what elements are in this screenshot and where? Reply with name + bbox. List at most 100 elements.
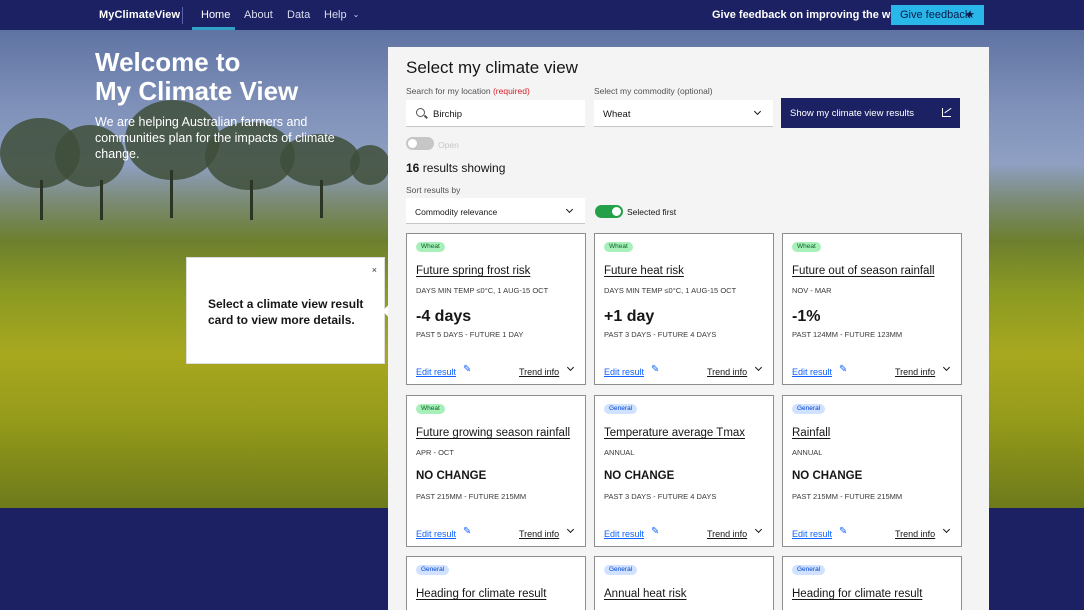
card-title[interactable]: Temperature average Tmax xyxy=(604,427,745,439)
commodity-value: Wheat xyxy=(603,109,631,120)
trend-info-toggle[interactable]: Trend info xyxy=(707,529,747,539)
pencil-icon[interactable]: ✎ xyxy=(463,526,471,537)
card-title[interactable]: Annual heat risk xyxy=(604,588,686,600)
results-count-number: 16 xyxy=(406,161,420,175)
commodity-tag: General xyxy=(792,565,826,575)
card-subtitle: NOV - MAR xyxy=(792,286,832,295)
trend-info-toggle[interactable]: Trend info xyxy=(519,529,559,539)
commodity-tag: General xyxy=(416,565,450,575)
commodity-select[interactable]: Wheat xyxy=(594,100,773,127)
location-label: Search for my location (required) xyxy=(406,86,530,96)
open-toggle[interactable] xyxy=(406,137,434,150)
card-subtitle: ANNUAL xyxy=(604,448,635,457)
pencil-icon[interactable]: ✎ xyxy=(651,526,659,537)
edit-result-link[interactable]: Edit result xyxy=(792,529,832,539)
pencil-icon[interactable]: ✎ xyxy=(651,364,659,375)
page-title-line2: My Climate View xyxy=(95,76,299,106)
card-past-future: PAST 3 DAYS - FUTURE 4 DAYS xyxy=(604,330,717,339)
climate-result-card[interactable]: Wheat Future out of season rainfall NOV - … xyxy=(782,233,962,385)
card-subtitle: APR - OCT xyxy=(416,448,454,457)
card-value: -4 days xyxy=(416,308,472,325)
card-value: +1 day xyxy=(604,308,655,325)
nav-item-data[interactable]: Data xyxy=(287,9,310,21)
edit-result-link[interactable]: Edit result xyxy=(604,367,644,377)
card-past-future: PAST 5 DAYS - FUTURE 1 DAY xyxy=(416,330,524,339)
climate-result-card[interactable]: Wheat Future spring frost risk DAYS MIN TE… xyxy=(406,233,586,385)
panel-title: Select my climate view xyxy=(406,58,578,77)
commodity-tag: General xyxy=(792,404,826,414)
nav-item-about[interactable]: About xyxy=(244,9,273,21)
chevron-down-icon xyxy=(754,363,763,372)
climate-result-card[interactable]: GeneralHeading for climate resultAPR - O… xyxy=(406,556,586,610)
location-search-input[interactable]: Birchip xyxy=(406,100,585,127)
commodity-tag: Wheat xyxy=(792,242,821,252)
trunk-decoration xyxy=(40,180,43,220)
trend-info-toggle[interactable]: Trend info xyxy=(895,367,935,377)
pencil-icon[interactable]: ✎ xyxy=(463,364,471,375)
pencil-icon[interactable]: ✎ xyxy=(839,526,847,537)
commodity-tag: General xyxy=(604,404,638,414)
top-nav: MyClimateView Home About Data Help ⌄ Give… xyxy=(0,0,1084,30)
chevron-down-icon xyxy=(942,363,951,372)
close-icon[interactable]: × xyxy=(372,265,377,275)
card-title[interactable]: Future out of season rainfall xyxy=(792,265,935,277)
card-value: -1% xyxy=(792,308,821,325)
trend-info-toggle[interactable]: Trend info xyxy=(707,367,747,377)
toggle-knob xyxy=(612,207,621,216)
trunk-decoration xyxy=(100,180,103,220)
trend-info-toggle[interactable]: Trend info xyxy=(895,529,935,539)
location-label-text: Search for my location xyxy=(406,86,491,96)
card-title[interactable]: Rainfall xyxy=(792,427,830,439)
nav-item-help-label: Help xyxy=(324,9,347,21)
pencil-icon[interactable]: ✎ xyxy=(839,364,847,375)
help-tooltip: × Select a climate view result card to v… xyxy=(186,257,394,364)
give-feedback-button[interactable]: Give feedback ★ xyxy=(891,5,984,25)
card-title[interactable]: Heading for climate result xyxy=(416,588,546,600)
commodity-tag: Wheat xyxy=(416,404,445,414)
nav-item-home[interactable]: Home xyxy=(201,9,230,21)
edit-result-link[interactable]: Edit result xyxy=(416,529,456,539)
trunk-decoration xyxy=(250,180,253,220)
climate-result-card[interactable]: Wheat Future growing season rainfall APR -… xyxy=(406,395,586,547)
nav-divider xyxy=(182,7,183,24)
search-icon xyxy=(416,108,425,117)
card-value: NO CHANGE xyxy=(604,470,675,482)
sort-label: Sort results by xyxy=(406,185,461,195)
nav-item-help[interactable]: Help ⌄ xyxy=(324,9,359,21)
commodity-tag: Wheat xyxy=(416,242,445,252)
location-value: Birchip xyxy=(433,109,463,120)
chevron-down-icon xyxy=(566,525,575,534)
tree-decoration xyxy=(350,145,390,185)
climate-result-card[interactable]: GeneralAnnual heat riskANNUAL xyxy=(594,556,774,610)
climate-result-card[interactable]: General Rainfall ANNUAL NO CHANGE PAST 215MM… xyxy=(782,395,962,547)
climate-result-card[interactable]: General Heading for climate result xyxy=(782,556,962,610)
chevron-down-icon xyxy=(566,363,575,372)
climate-result-card[interactable]: General Temperature average Tmax ANNUAL NO … xyxy=(594,395,774,547)
commodity-label: Select my commodity (optional) xyxy=(594,86,713,96)
card-value: NO CHANGE xyxy=(792,470,863,482)
show-results-button[interactable]: Show my climate view results xyxy=(781,98,960,128)
sort-value: Commodity relevance xyxy=(415,207,498,217)
results-count: 16 results showing xyxy=(406,161,505,175)
card-subtitle: DAYS MIN TEMP ≤0°C, 1 AUG-15 OCT xyxy=(416,286,549,295)
card-title[interactable]: Future heat risk xyxy=(604,265,684,277)
edit-result-link[interactable]: Edit result xyxy=(792,367,832,377)
card-title[interactable]: Future spring frost risk xyxy=(416,265,530,277)
selected-first-toggle[interactable] xyxy=(595,205,623,218)
card-past-future: PAST 215MM - FUTURE 215MM xyxy=(792,492,903,501)
climate-result-card[interactable]: Wheat Future heat risk DAYS MIN TEMP ≤0°C,… xyxy=(594,233,774,385)
card-past-future: PAST 215MM - FUTURE 215MM xyxy=(416,492,527,501)
card-subtitle: DAYS MIN TEMP ≤0°C, 1 AUG-15 OCT xyxy=(604,286,737,295)
chevron-down-icon xyxy=(565,205,574,214)
sort-select[interactable]: Commodity relevance xyxy=(406,198,585,224)
trend-info-toggle[interactable]: Trend info xyxy=(519,367,559,377)
edit-result-link[interactable]: Edit result xyxy=(416,367,456,377)
brand-logo[interactable]: MyClimateView xyxy=(99,9,180,21)
card-title[interactable]: Future growing season rainfall xyxy=(416,427,570,439)
toggle-knob xyxy=(408,139,417,148)
edit-result-link[interactable]: Edit result xyxy=(604,529,644,539)
card-value: NO CHANGE xyxy=(416,470,487,482)
card-title[interactable]: Heading for climate result xyxy=(792,588,922,600)
chevron-down-icon xyxy=(753,107,762,116)
commodity-tag: General xyxy=(604,565,638,575)
